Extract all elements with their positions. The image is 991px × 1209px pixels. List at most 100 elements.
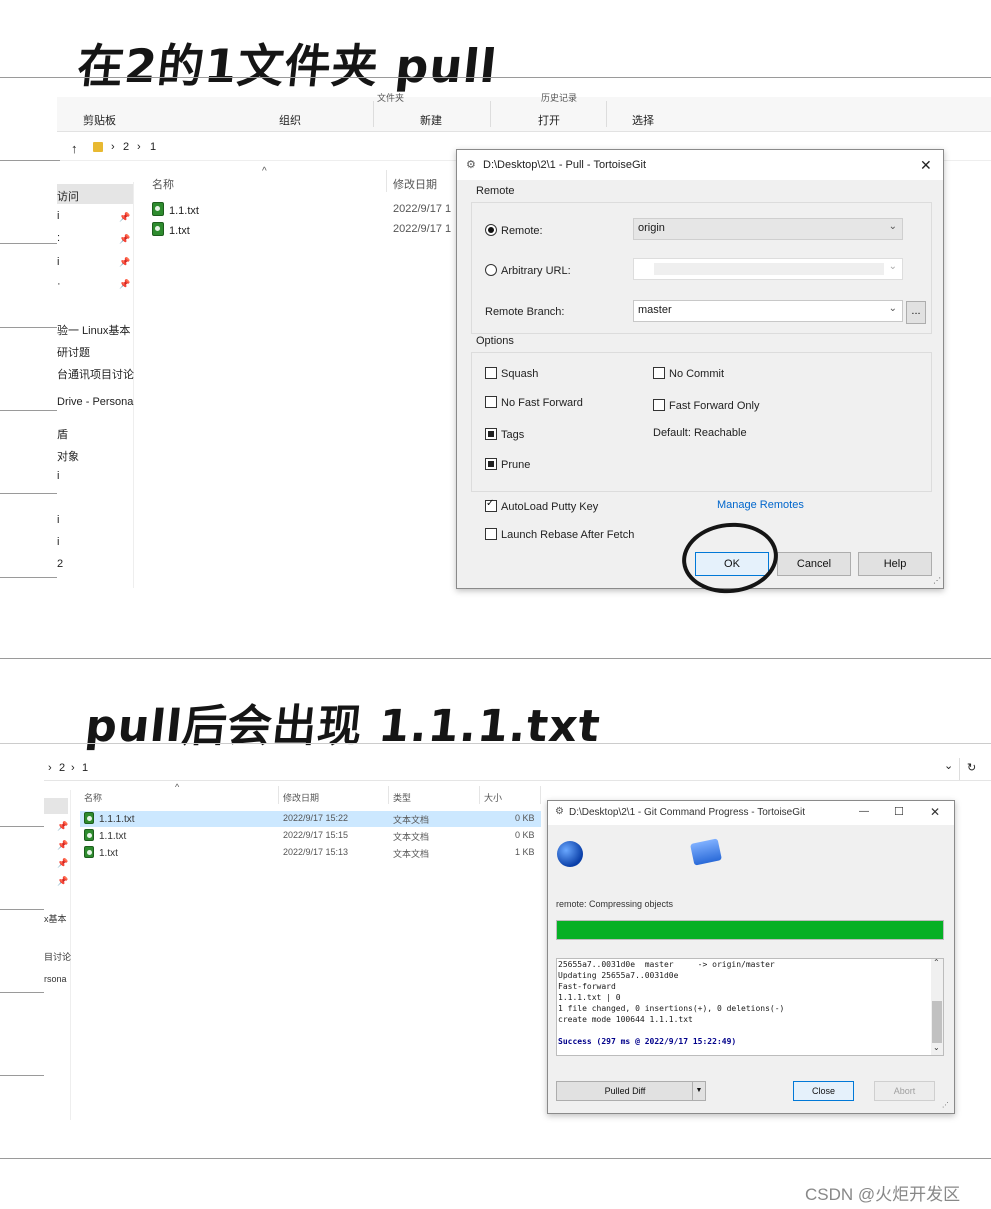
scroll-thumb[interactable] bbox=[932, 1001, 942, 1043]
scroll-down-icon[interactable]: ⌄ bbox=[933, 1043, 940, 1052]
dialog-titlebar[interactable]: ⚙ D:\Desktop\2\1 - Pull - TortoiseGit ✕ bbox=[457, 150, 943, 180]
pin-icon[interactable]: 📌 bbox=[57, 858, 68, 869]
file-name-text: 1.1.1.txt bbox=[99, 814, 135, 825]
sidebar-item[interactable]: i bbox=[57, 210, 59, 222]
file-size: 0 KB bbox=[515, 813, 535, 823]
manage-remotes-link[interactable]: Manage Remotes bbox=[717, 499, 804, 511]
sidebar-item[interactable]: 对象 bbox=[57, 448, 79, 464]
dialog-titlebar[interactable]: ⚙ D:\Desktop\2\1 - Git Command Progress … bbox=[548, 801, 954, 825]
breadcrumb-1[interactable]: 1 bbox=[150, 141, 156, 153]
sidebar-item[interactable]: 2 bbox=[57, 558, 63, 570]
divider bbox=[0, 909, 44, 910]
breadcrumb-2[interactable]: 2 bbox=[59, 762, 65, 774]
header-separator bbox=[479, 786, 480, 804]
pin-icon[interactable]: 📌 bbox=[57, 840, 68, 851]
autoload-putty-checkbox[interactable]: AutoLoad Putty Key bbox=[485, 498, 598, 513]
column-header-name[interactable]: 名称 bbox=[152, 176, 174, 192]
resize-grip-icon[interactable]: ⋰ bbox=[933, 576, 941, 585]
sidebar-item[interactable]: 访问 bbox=[57, 188, 79, 204]
up-arrow-icon[interactable]: ↑ bbox=[71, 141, 78, 156]
browse-branch-button[interactable]: ... bbox=[906, 301, 926, 324]
no-commit-checkbox[interactable]: No Commit bbox=[653, 367, 724, 380]
file-row[interactable]: 1.txt 2022/9/17 1 bbox=[152, 222, 452, 240]
sidebar-item[interactable]: 盾 bbox=[57, 426, 68, 442]
tags-checkbox[interactable]: Tags bbox=[485, 428, 524, 441]
file-name-text: 1.1.txt bbox=[99, 831, 127, 842]
file-row-selected[interactable]: 1.1.1.txt 2022/9/17 15:22 文本文档 0 KB bbox=[80, 811, 541, 827]
log-scrollbar[interactable]: ⌃ ⌄ bbox=[931, 959, 943, 1055]
sidebar-item[interactable]: : bbox=[57, 232, 60, 244]
file-row[interactable]: 1.txt 2022/9/17 15:13 文本文档 1 KB bbox=[80, 845, 541, 861]
pin-icon[interactable]: 📌 bbox=[119, 257, 130, 268]
chevron-down-icon[interactable]: ⌄ bbox=[944, 759, 953, 772]
breadcrumb-separator: › bbox=[137, 141, 141, 153]
sidebar-item[interactable]: x基本 bbox=[44, 912, 67, 925]
fast-forward-only-checkbox[interactable]: Fast Forward Only bbox=[653, 399, 759, 412]
close-icon[interactable]: ✕ bbox=[930, 805, 940, 819]
pin-icon[interactable]: 📌 bbox=[119, 234, 130, 245]
file-row[interactable]: 1.1.txt 2022/9/17 1 bbox=[152, 202, 452, 220]
sidebar-item[interactable]: i bbox=[57, 256, 59, 268]
close-button[interactable]: Close bbox=[793, 1081, 854, 1101]
remote-select[interactable]: origin ⌄ bbox=[633, 218, 903, 240]
column-header-date[interactable]: 修改日期 bbox=[393, 176, 437, 192]
prune-checkbox[interactable]: Prune bbox=[485, 458, 530, 471]
sidebar-item[interactable]: 目讨论 bbox=[44, 950, 71, 963]
cancel-button[interactable]: Cancel bbox=[777, 552, 851, 576]
pulled-diff-button[interactable]: Pulled Diff ▼ bbox=[556, 1081, 706, 1101]
sidebar-item[interactable]: Drive - Persona bbox=[57, 396, 133, 408]
launch-rebase-checkbox[interactable]: Launch Rebase After Fetch bbox=[485, 528, 634, 541]
remote-group-title: Remote bbox=[474, 185, 517, 197]
remote-radio[interactable]: Remote: bbox=[485, 224, 543, 237]
address-bar[interactable]: › 2 › 1 ⌄ ↻ bbox=[44, 758, 991, 781]
refresh-icon[interactable]: ↻ bbox=[967, 761, 976, 774]
sidebar-item[interactable]: i bbox=[57, 536, 59, 548]
column-header-name[interactable]: 名称 bbox=[84, 791, 102, 804]
split-dropdown-icon[interactable]: ▼ bbox=[692, 1082, 705, 1100]
text-file-icon bbox=[152, 222, 164, 236]
remote-branch-select[interactable]: master ⌄ bbox=[633, 300, 903, 322]
column-header-type[interactable]: 类型 bbox=[393, 791, 411, 804]
watermark: CSDN @火炬开发区 bbox=[805, 1185, 961, 1204]
maximize-icon[interactable]: ☐ bbox=[894, 805, 904, 818]
sidebar-item[interactable]: 研讨题 bbox=[57, 344, 90, 360]
sidebar-item[interactable]: i bbox=[57, 514, 59, 526]
text-file-icon bbox=[84, 829, 94, 841]
log-output[interactable]: 25655a7..0031d0e master -> origin/master… bbox=[556, 958, 944, 1056]
abort-button[interactable]: Abort bbox=[874, 1081, 935, 1101]
help-button[interactable]: Help bbox=[858, 552, 932, 576]
squash-checkbox[interactable]: Squash bbox=[485, 367, 538, 380]
resize-grip-icon[interactable]: ⋰ bbox=[942, 1101, 949, 1109]
pin-icon[interactable]: 📌 bbox=[57, 821, 68, 832]
divider bbox=[0, 1075, 44, 1076]
sidebar-item[interactable]: 验一 Linux基本 bbox=[57, 322, 130, 338]
arbitrary-url-input[interactable]: ⌄ bbox=[633, 258, 903, 280]
ribbon-group-new[interactable]: 新建 bbox=[420, 112, 442, 128]
scroll-up-icon[interactable]: ⌃ bbox=[933, 959, 940, 967]
divider bbox=[0, 410, 57, 411]
arbitrary-url-radio[interactable]: Arbitrary URL: bbox=[485, 264, 571, 277]
minimize-icon[interactable]: — bbox=[859, 806, 869, 817]
sidebar-item[interactable]: 台通讯项目讨论 bbox=[57, 366, 134, 382]
column-header-size[interactable]: 大小 bbox=[484, 791, 502, 804]
close-icon[interactable]: ✕ bbox=[920, 157, 932, 174]
sidebar-item[interactable]: rsona bbox=[44, 974, 67, 984]
dialog-title: D:\Desktop\2\1 - Pull - TortoiseGit bbox=[483, 159, 647, 171]
sidebar-item[interactable]: i bbox=[57, 470, 59, 482]
sidebar-selected[interactable] bbox=[44, 798, 68, 814]
ribbon-group-open[interactable]: 打开 bbox=[538, 112, 560, 128]
no-fast-forward-checkbox[interactable]: No Fast Forward bbox=[485, 396, 583, 409]
ribbon-group-organize[interactable]: 组织 bbox=[279, 112, 301, 128]
ribbon-group-clipboard[interactable]: 剪贴板 bbox=[83, 112, 116, 128]
pin-icon[interactable]: 📌 bbox=[119, 279, 130, 290]
ribbon-separator bbox=[373, 101, 374, 127]
breadcrumb-2[interactable]: 2 bbox=[123, 141, 129, 153]
pin-icon[interactable]: 📌 bbox=[119, 212, 130, 223]
chevron-down-icon: ⌄ bbox=[888, 303, 897, 314]
file-row[interactable]: 1.1.txt 2022/9/17 15:15 文本文档 0 KB bbox=[80, 828, 541, 844]
column-header-date[interactable]: 修改日期 bbox=[283, 791, 319, 804]
pin-icon[interactable]: 📌 bbox=[57, 876, 68, 887]
breadcrumb-1[interactable]: 1 bbox=[82, 762, 88, 774]
sidebar-item[interactable]: · bbox=[57, 278, 61, 290]
ribbon-group-select[interactable]: 选择 bbox=[632, 112, 654, 128]
